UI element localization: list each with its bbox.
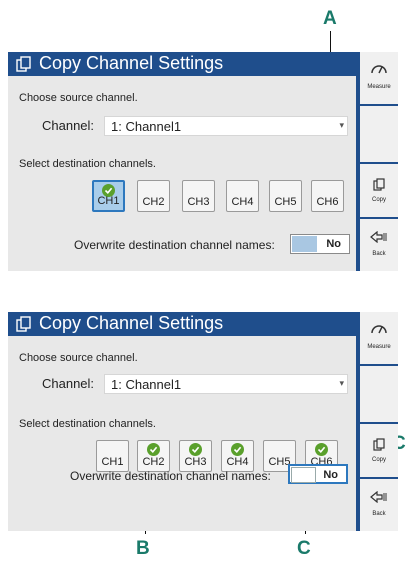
channel-button-label: CH1	[97, 195, 120, 207]
channel-value: 1: Channel1	[111, 377, 182, 392]
channel-button-ch6[interactable]: CH6	[311, 180, 344, 212]
back-arrow-icon	[360, 230, 398, 246]
check-icon	[315, 443, 328, 456]
measure-button[interactable]: Measure	[360, 312, 398, 364]
copy-button[interactable]: Copy	[360, 422, 398, 477]
channel-label: Channel:	[42, 376, 95, 391]
empty-side-slot	[360, 104, 398, 162]
channel-button-label: CH2	[142, 456, 165, 468]
copy-icon	[16, 316, 32, 332]
screen-top: Copy Channel Settings Choose source chan…	[8, 52, 398, 271]
back-arrow-icon	[360, 490, 398, 506]
toggle-knob	[292, 236, 317, 252]
content-area: Choose source channel. Channel: 1: Chann…	[8, 76, 356, 271]
overwrite-toggle-bottom[interactable]: No	[288, 464, 348, 484]
check-icon	[231, 443, 244, 456]
callout-c-bottom: C	[297, 538, 311, 559]
channel-button-ch1[interactable]: CH1	[92, 180, 125, 212]
title-bar: Copy Channel Settings	[8, 52, 356, 76]
channel-button-ch2[interactable]: CH2	[137, 440, 170, 472]
channel-button-ch2[interactable]: CH2	[137, 180, 170, 212]
channel-button-label: CH1	[101, 456, 124, 468]
overwrite-label-bottom: Overwrite destination channel names:	[70, 469, 271, 483]
check-icon	[147, 443, 160, 456]
measure-button[interactable]: Measure	[360, 52, 398, 104]
copy-icon	[360, 178, 398, 194]
channel-button-ch5[interactable]: CH5	[269, 180, 302, 212]
channel-button-ch1[interactable]: CH1	[96, 440, 129, 472]
page-title: Copy Channel Settings	[39, 53, 224, 73]
measure-label: Measure	[367, 344, 391, 350]
channel-button-label: CH3	[184, 456, 207, 468]
back-label: Back	[372, 251, 386, 257]
back-label: Back	[372, 511, 386, 517]
content-area: Choose source channel. Channel: 1: Chann…	[8, 336, 356, 531]
toggle-state: No	[326, 238, 341, 250]
channel-button-label: CH5	[274, 196, 297, 208]
channel-select[interactable]: 1: Channel1 ▾	[104, 116, 348, 136]
copy-icon	[360, 438, 398, 454]
copy-label: Copy	[371, 457, 386, 463]
channel-select[interactable]: 1: Channel1 ▾	[104, 374, 348, 394]
channel-label: Channel:	[42, 118, 95, 133]
sidebar: Measure Copy Back	[360, 52, 398, 271]
back-button[interactable]: Back	[360, 477, 398, 531]
dest-prompt: Select destination channels.	[19, 158, 156, 170]
channel-button-label: CH3	[187, 196, 210, 208]
dest-prompt: Select destination channels.	[19, 418, 156, 430]
title-bar: Copy Channel Settings	[8, 312, 356, 336]
overwrite-toggle[interactable]: No	[290, 234, 350, 254]
callout-b: B	[136, 538, 150, 559]
copy-button[interactable]: Copy	[360, 162, 398, 217]
source-prompt: Choose source channel.	[19, 92, 138, 104]
page-title: Copy Channel Settings	[39, 313, 224, 333]
dropdown-arrow-icon: ▾	[339, 120, 344, 130]
channel-button-ch4[interactable]: CH4	[226, 180, 259, 212]
source-prompt: Choose source channel.	[19, 352, 138, 364]
screen-bottom: Copy Channel Settings Choose source chan…	[8, 312, 398, 531]
measure-label: Measure	[367, 84, 391, 90]
channel-button-label: CH2	[142, 196, 165, 208]
channel-button-label: CH6	[316, 196, 339, 208]
copy-icon	[16, 56, 32, 72]
channel-button-ch3[interactable]: CH3	[179, 440, 212, 472]
channel-button-label: CH4	[231, 196, 254, 208]
copy-label: Copy	[371, 197, 386, 203]
channel-value: 1: Channel1	[111, 119, 182, 134]
channel-button-label: CH4	[226, 456, 249, 468]
check-icon	[189, 443, 202, 456]
dropdown-arrow-icon: ▾	[339, 378, 344, 388]
gauge-icon	[360, 322, 398, 337]
channel-button-ch3[interactable]: CH3	[182, 180, 215, 212]
sidebar: Measure Copy Back	[360, 312, 398, 531]
toggle-state: No	[323, 469, 338, 481]
callout-a: A	[323, 8, 337, 29]
overwrite-label: Overwrite destination channel names:	[74, 238, 275, 252]
empty-side-slot	[360, 364, 398, 422]
toggle-knob	[291, 467, 316, 483]
channel-button-ch4[interactable]: CH4	[221, 440, 254, 472]
back-button[interactable]: Back	[360, 217, 398, 271]
gauge-icon	[360, 62, 398, 77]
